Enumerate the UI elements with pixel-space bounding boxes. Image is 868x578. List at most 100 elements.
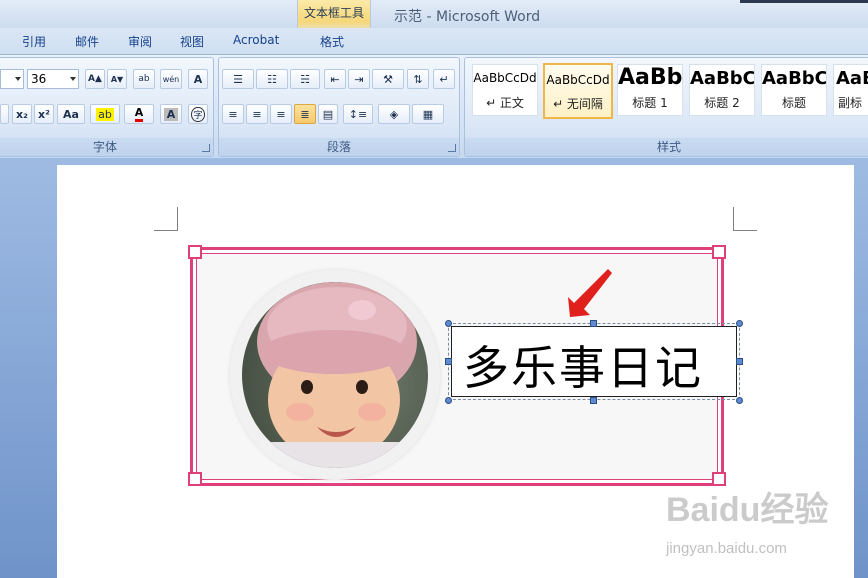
paragraph-group-label: 段落 — [219, 138, 459, 156]
grow-font-button[interactable]: A▲ — [85, 69, 105, 89]
margin-corner-mark — [733, 207, 757, 231]
style-name: 标题 — [781, 96, 806, 110]
decrease-indent-icon: ⇤ — [330, 72, 340, 86]
resize-handle[interactable] — [445, 397, 452, 404]
numbering-button[interactable]: ☷ — [256, 69, 288, 89]
tab-review[interactable]: 审阅 — [128, 33, 152, 50]
paragraph-mark-icon: ↵ — [439, 72, 449, 86]
shading-button[interactable]: ◈ — [378, 104, 410, 124]
strikethrough-button[interactable] — [0, 104, 9, 124]
style-sample: AaBb — [618, 65, 682, 90]
show-marks-button[interactable]: ↵ — [433, 69, 455, 89]
line-spacing-icon: ↕≡ — [348, 107, 368, 121]
style-subtitle[interactable]: AaB 副标 — [833, 64, 868, 116]
bullets-button[interactable]: ☰ — [222, 69, 254, 89]
style-sample: AaBbCcDd — [473, 71, 537, 85]
character-shading-icon: A — [163, 107, 179, 121]
watermark-url: jingyan.baidu.com — [666, 540, 787, 557]
resize-handle[interactable] — [445, 320, 452, 327]
subscript-button[interactable]: x₂ — [12, 104, 32, 124]
align-center-icon: ≡ — [252, 107, 262, 121]
resize-handle[interactable] — [736, 358, 743, 365]
style-no-spacing[interactable]: AaBbCcDd ↵ 无间隔 — [543, 63, 613, 119]
sort-button[interactable]: ⇅ — [407, 69, 429, 89]
style-sample: AaBbC — [762, 68, 826, 89]
increase-indent-button[interactable]: ⇥ — [348, 69, 370, 89]
baby-photo[interactable] — [242, 282, 428, 468]
chevron-down-icon — [70, 77, 76, 81]
style-name: ↵ 无间隔 — [553, 97, 603, 111]
clear-formatting-button[interactable]: ab — [133, 69, 155, 89]
resize-handle[interactable] — [736, 397, 743, 404]
bullet-list-icon: ☰ — [233, 72, 243, 86]
style-heading-2[interactable]: AaBbC 标题 2 — [689, 64, 755, 116]
shrink-font-icon: A▼ — [110, 74, 124, 84]
character-border-button[interactable]: A — [188, 69, 208, 89]
font-group-label: 字体 — [0, 138, 213, 156]
multilevel-list-button[interactable]: ☵ — [290, 69, 320, 89]
frame-corner-ornament — [712, 245, 726, 259]
resize-handle[interactable] — [736, 320, 743, 327]
style-heading-1[interactable]: AaBb 标题 1 — [617, 64, 683, 116]
tab-mailings[interactable]: 邮件 — [75, 33, 99, 50]
align-right-icon: ≡ — [276, 107, 286, 121]
style-sample: AaB — [836, 68, 868, 89]
style-normal[interactable]: AaBbCcDd ↵ 正文 — [472, 64, 538, 116]
phonetic-guide-icon: wén — [162, 74, 180, 84]
numbered-list-icon: ☷ — [267, 72, 277, 86]
paint-bucket-icon: ◈ — [389, 107, 399, 121]
font-size-value: 36 — [31, 72, 47, 86]
align-left-button[interactable]: ≡ — [222, 104, 244, 124]
frame-corner-ornament — [188, 245, 202, 259]
justify-icon: ≣ — [300, 107, 310, 121]
font-dialog-launcher-icon[interactable] — [202, 144, 210, 152]
borders-button[interactable]: ▦ — [412, 104, 444, 124]
shrink-font-button[interactable]: A▼ — [107, 69, 127, 89]
grow-font-icon: A▲ — [88, 74, 102, 84]
font-name-combo[interactable] — [0, 69, 24, 89]
frame-corner-ornament — [188, 472, 202, 486]
tab-acrobat[interactable]: Acrobat — [233, 33, 279, 47]
borders-icon: ▦ — [422, 107, 434, 121]
character-border-icon: A — [193, 72, 203, 86]
font-color-button[interactable]: A — [124, 104, 154, 124]
font-size-combo[interactable]: 36 — [27, 69, 79, 89]
style-name: 标题 2 — [704, 96, 740, 110]
resize-handle[interactable] — [445, 358, 452, 365]
align-right-button[interactable]: ≡ — [270, 104, 292, 124]
styles-group-label: 样式 — [465, 138, 868, 156]
justify-button[interactable]: ≣ — [294, 104, 316, 124]
highlighter-icon: ab — [96, 107, 114, 121]
character-shading-button[interactable]: A — [160, 104, 182, 124]
eraser-icon: ab — [138, 74, 150, 84]
resize-handle[interactable] — [590, 397, 597, 404]
subscript-icon: x₂ — [16, 107, 28, 121]
style-name: 副标 — [838, 96, 863, 110]
distributed-icon: ▤ — [322, 107, 334, 121]
increase-indent-icon: ⇥ — [354, 72, 364, 86]
superscript-button[interactable]: x² — [34, 104, 54, 124]
style-title[interactable]: AaBbC 标题 — [761, 64, 827, 116]
tab-references[interactable]: 引用 — [22, 33, 46, 50]
multilevel-list-icon: ☵ — [300, 72, 310, 86]
distributed-button[interactable]: ▤ — [318, 104, 338, 124]
window-title: 示范 - Microsoft Word — [394, 9, 541, 25]
tab-view[interactable]: 视图 — [180, 33, 204, 50]
line-spacing-button[interactable]: ↕≡ — [343, 104, 373, 124]
watermark-logo: Baidu经验 — [666, 491, 829, 529]
tab-format[interactable]: 格式 — [320, 33, 344, 50]
phonetic-guide-button[interactable]: wén — [160, 69, 182, 89]
align-center-button[interactable]: ≡ — [246, 104, 268, 124]
chinese-layout-button[interactable]: ⚒ — [372, 69, 404, 89]
sort-icon: ⇅ — [413, 72, 423, 86]
decrease-indent-button[interactable]: ⇤ — [324, 69, 346, 89]
contextual-tab-group-title: 文本框工具 — [303, 6, 364, 20]
enclosed-character-icon: 字 — [191, 106, 205, 122]
paragraph-dialog-launcher-icon[interactable] — [448, 144, 456, 152]
font-color-icon: A — [134, 106, 144, 122]
enclose-characters-button[interactable]: 字 — [188, 104, 208, 124]
change-case-button[interactable]: Aa — [57, 104, 85, 124]
style-sample: AaBbC — [690, 68, 754, 89]
highlight-color-button[interactable]: ab — [90, 104, 120, 124]
textbox-text[interactable]: 多乐事日记 — [463, 332, 703, 398]
